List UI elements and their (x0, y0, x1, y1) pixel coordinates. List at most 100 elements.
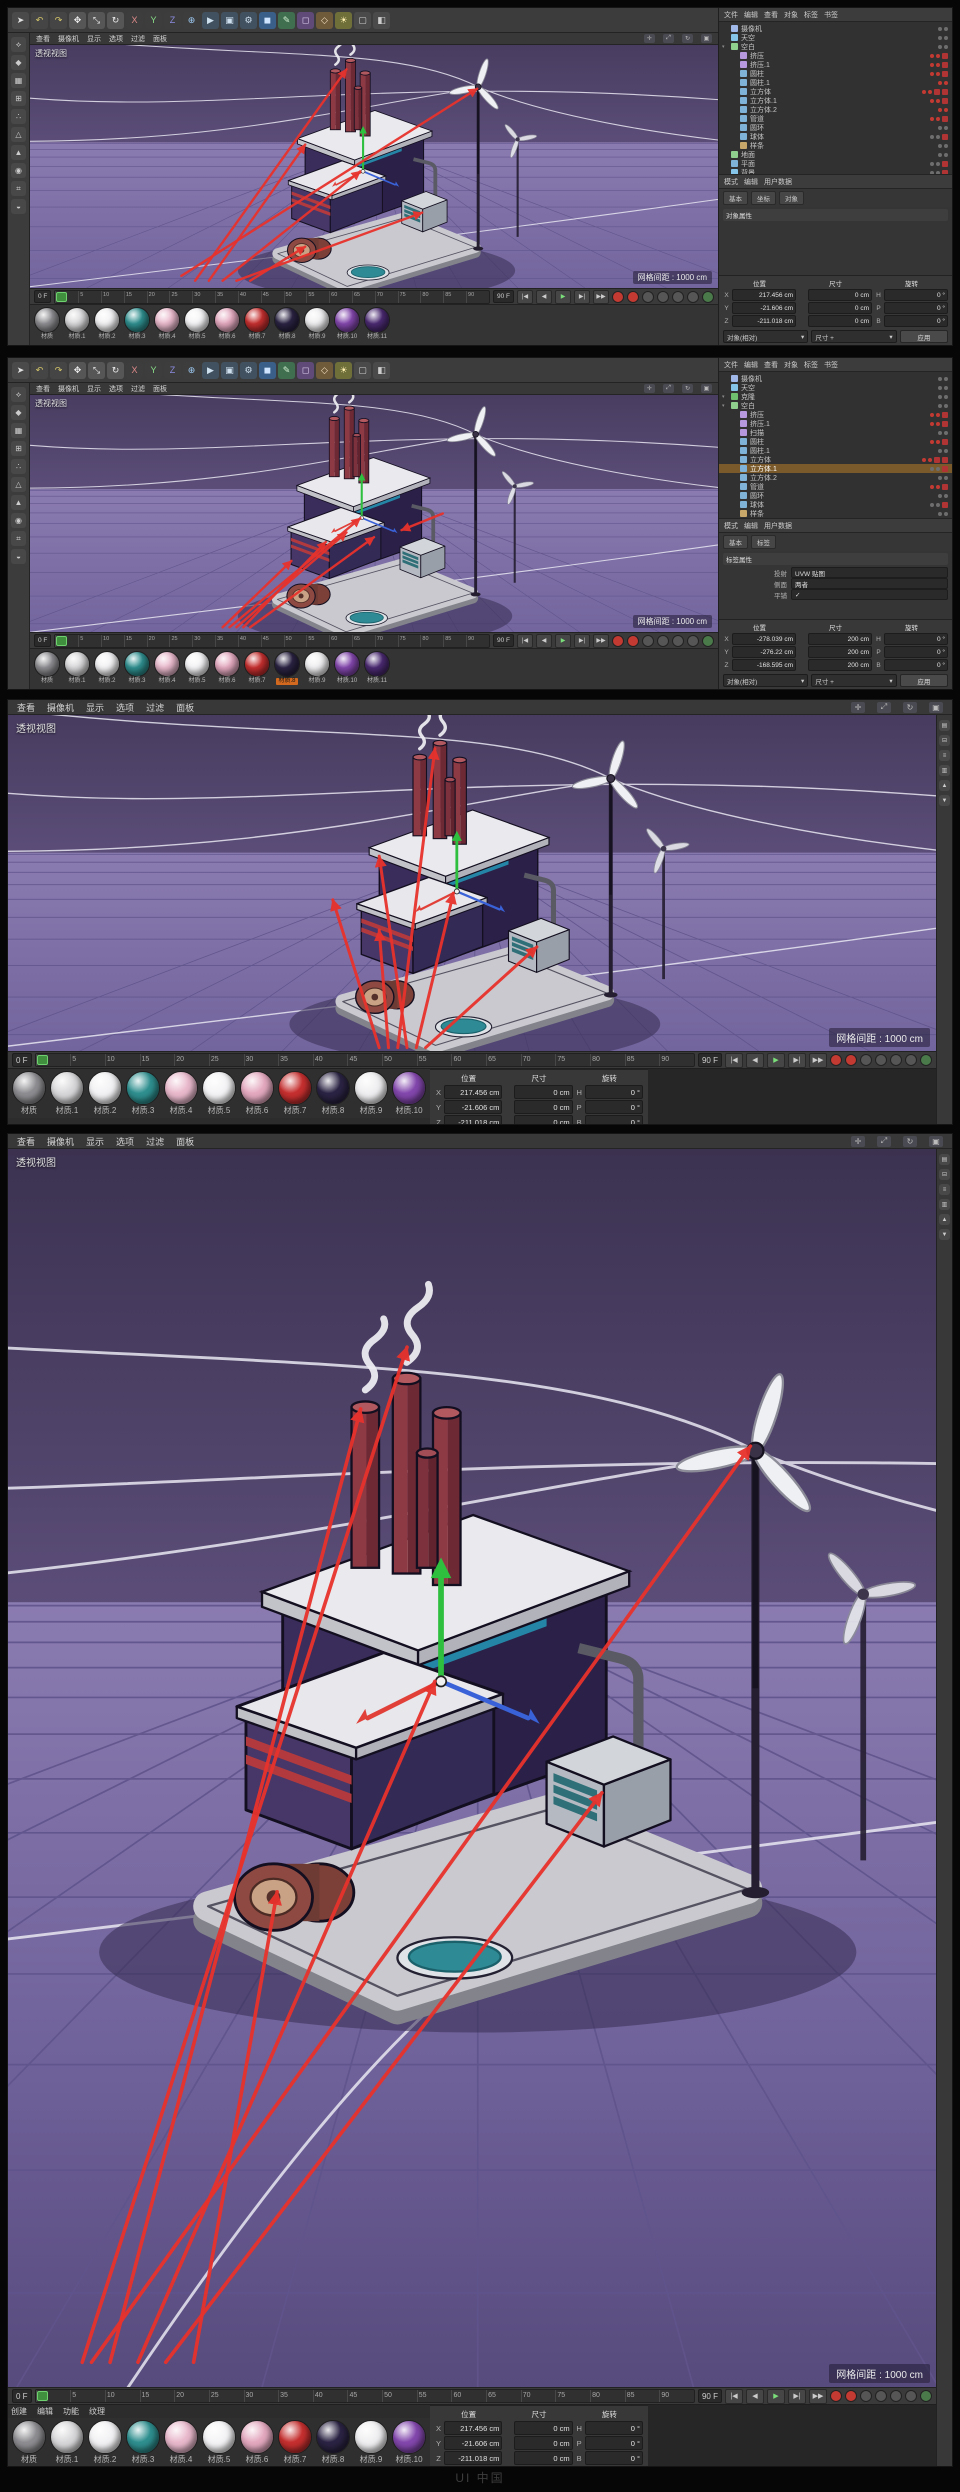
object-manager-menu[interactable]: 文件 (724, 360, 738, 370)
position-field[interactable]: 217.456 cm (444, 1085, 503, 1099)
apply-button[interactable]: 应用 (899, 330, 949, 343)
material-swatch[interactable]: 材质.6 (214, 307, 240, 341)
keyframe-pla-button[interactable] (702, 634, 714, 647)
camera-icon[interactable]: ▢ (354, 11, 371, 29)
size-field[interactable]: 0 cm (514, 2451, 573, 2465)
scroll-up-icon[interactable]: ▲ (939, 780, 950, 791)
display-mode-icon[interactable]: ◧ (373, 11, 390, 29)
viewport-menu-item[interactable]: 摄像机 (58, 384, 79, 394)
material-swatch[interactable]: 材质.7 (278, 2420, 312, 2465)
material-swatch[interactable]: 材质.9 (354, 2420, 388, 2465)
move-tool-icon[interactable]: ✥ (69, 361, 86, 379)
camera-icon[interactable]: ▢ (354, 361, 371, 379)
rotation-field[interactable]: 0 ° (584, 1085, 643, 1099)
workplane-icon[interactable]: ⊞ (11, 91, 26, 106)
play-button[interactable]: ▶ (555, 289, 571, 304)
timeline-ruler[interactable]: 051015202530354045505560657075808590 (34, 2389, 695, 2403)
material-swatch[interactable]: 材质.7 (278, 1071, 312, 1116)
live-selection-icon[interactable]: ➤ (12, 11, 29, 29)
position-field[interactable]: -276.22 cm (732, 646, 796, 658)
render-settings-icon[interactable]: ⚙ (240, 361, 257, 379)
position-field[interactable]: -211.018 cm (444, 1115, 503, 1124)
viewport-filter-icon[interactable]: ◒ (11, 549, 26, 564)
object-manager-menu[interactable]: 书签 (824, 360, 838, 370)
material-swatch[interactable]: 材质.11 (364, 307, 390, 341)
visibility-dot[interactable] (928, 457, 932, 462)
visibility-dot[interactable] (938, 394, 942, 399)
keyframe-scale-button[interactable] (657, 290, 669, 303)
viewport-menu-item[interactable]: 面板 (176, 701, 194, 714)
viewport-menu-item[interactable]: 过滤 (146, 1135, 164, 1148)
visibility-dot[interactable] (936, 53, 940, 58)
material-swatch[interactable]: 材质.8 (316, 1071, 350, 1116)
size-mode-select[interactable]: 尺寸 + ▾ (811, 330, 897, 343)
visibility-dot[interactable] (936, 161, 940, 166)
render-picture-viewer-icon[interactable]: ▣ (221, 361, 238, 379)
record-active-objects-button[interactable] (612, 290, 624, 303)
material-swatch[interactable]: 材质.10 (334, 651, 360, 685)
attribute-tab[interactable]: 对象 (779, 191, 804, 205)
visibility-dot[interactable] (938, 35, 942, 40)
viewport-menu-item[interactable]: 摄像机 (58, 34, 79, 44)
size-field[interactable]: 0 cm (808, 315, 872, 327)
texture-tag-icon[interactable] (942, 88, 948, 95)
size-field[interactable]: 0 cm (514, 1115, 573, 1124)
visibility-dot[interactable] (944, 125, 948, 130)
visibility-dot[interactable] (938, 475, 942, 480)
visibility-dot[interactable] (922, 89, 926, 94)
material-swatch[interactable]: 材质.6 (240, 2420, 274, 2465)
visibility-dot[interactable] (936, 439, 940, 444)
environment-icon[interactable]: ☀ (335, 11, 352, 29)
next-frame-button[interactable]: ▶| (574, 289, 590, 304)
axis-mode-icon[interactable]: ⌗ (11, 531, 26, 546)
visibility-dot[interactable] (930, 116, 934, 121)
viewport-menu-item[interactable]: 显示 (87, 384, 101, 394)
record-active-objects-button[interactable] (830, 2390, 842, 2402)
render-settings-icon[interactable]: ⚙ (240, 11, 257, 29)
viewport-menu-item[interactable]: 面板 (153, 384, 167, 394)
rotation-field[interactable]: 0 ° (584, 1115, 643, 1124)
visibility-dot[interactable] (936, 421, 940, 426)
viewport-menu-item[interactable]: 显示 (86, 1135, 104, 1148)
visibility-dot[interactable] (936, 502, 940, 507)
attributes-panel-icon[interactable]: ≡ (939, 1184, 950, 1195)
viewport-menu-item[interactable]: 显示 (86, 701, 104, 714)
size-mode-select[interactable]: 尺寸 + ▾ (811, 674, 897, 687)
subdivision-surface-icon[interactable]: ◻ (297, 361, 314, 379)
material-swatch[interactable]: 材质.4 (164, 1071, 198, 1116)
toggle-layout-icon[interactable]: ▣ (929, 1135, 943, 1147)
zoom-view-icon[interactable]: ⤢ (877, 1135, 891, 1147)
visibility-dot[interactable] (938, 385, 942, 390)
polygons-mode-icon[interactable]: ▲ (11, 495, 26, 510)
go-to-start-button[interactable]: |◀ (517, 633, 533, 648)
texture-tag-icon[interactable] (942, 456, 948, 463)
keyframe-pla-button[interactable] (702, 290, 714, 303)
visibility-dot[interactable] (944, 475, 948, 480)
visibility-dot[interactable] (930, 71, 934, 76)
position-field[interactable]: -168.595 cm (732, 659, 796, 671)
pan-view-icon[interactable]: ✛ (851, 1135, 865, 1147)
viewport-menu-item[interactable]: 查看 (17, 1135, 35, 1148)
live-selection-icon[interactable]: ➤ (12, 361, 29, 379)
deformer-icon[interactable]: ◇ (316, 11, 333, 29)
texture-tag-icon[interactable] (942, 465, 948, 472)
toggle-layout-icon[interactable]: ▣ (701, 34, 712, 43)
attribute-manager-menu[interactable]: 编辑 (744, 177, 758, 187)
viewport-menu-item[interactable]: 面板 (176, 1135, 194, 1148)
object-manager-menu[interactable]: 查看 (764, 10, 778, 20)
material-swatch[interactable]: 材质.1 (50, 1071, 84, 1116)
texture-tag-icon[interactable] (942, 160, 948, 167)
keyframe-scale-button[interactable] (875, 1054, 887, 1066)
autokey-button[interactable] (845, 2390, 857, 2402)
play-button[interactable]: ▶ (767, 2388, 785, 2404)
play-button[interactable]: ▶ (767, 1052, 785, 1068)
material-swatch[interactable]: 材质.9 (354, 1071, 388, 1116)
object-manager-menu[interactable]: 文件 (724, 10, 738, 20)
object-manager-menu[interactable]: 标签 (804, 360, 818, 370)
visibility-dot[interactable] (944, 448, 948, 453)
y-axis-lock-button[interactable]: Y (145, 11, 162, 29)
size-field[interactable]: 0 cm (808, 302, 872, 314)
autokey-button[interactable] (627, 634, 639, 647)
visibility-dot[interactable] (938, 143, 942, 148)
z-axis-lock-button[interactable]: Z (164, 361, 181, 379)
